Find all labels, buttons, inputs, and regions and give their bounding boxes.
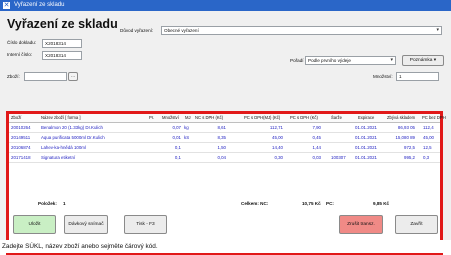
quantity-field[interactable]: 1 (396, 72, 439, 81)
reason-select[interactable]: Obecné vyřazení (161, 26, 442, 35)
cancel-transaction-button[interactable]: Zrušit transz. (339, 215, 383, 234)
cell-qty: 0,07 (172, 124, 181, 130)
cell-qty: 0,1 (174, 144, 181, 150)
order-select[interactable]: Podle prvního výdeje (305, 56, 396, 65)
notes-label: Poznámka (409, 58, 433, 63)
cell-batch: 100307 (331, 154, 346, 160)
col-header[interactable]: Množství (162, 115, 179, 120)
cell-nc: 1,50 (217, 144, 226, 150)
total-pc-value: 9,85 Kč (373, 201, 390, 206)
cell-qty: 0,01 (172, 134, 181, 140)
doc-number-label: Číslo dokladu: (7, 40, 37, 45)
app-icon: ✕ (3, 2, 10, 9)
col-header[interactable]: MJ (185, 115, 191, 120)
internal-number-label: Interní číslo: (7, 52, 33, 57)
page-title: Vyřazení ze skladu (7, 17, 118, 31)
cell-code: 20010264 (11, 124, 31, 130)
cell-qty: 0,1 (174, 154, 181, 160)
print-button[interactable]: Tisk - F3 (124, 215, 167, 234)
cell-stock: 972,5 (404, 144, 415, 150)
total-nc-label: Celkem: NC: (241, 201, 269, 206)
order-value: Podle prvního výdeje (308, 58, 351, 63)
reason-label: Důvod vyřazení: (120, 28, 154, 33)
col-header[interactable]: Pr. (149, 115, 154, 120)
col-header[interactable]: Název zboží [ forma ] (41, 115, 81, 120)
cell-stock: 995,2 (404, 154, 415, 160)
reason-value: Obecné vyřazení (164, 28, 199, 33)
cell-unit: kg (184, 124, 189, 130)
cell-pc-net: 45,00 (423, 134, 434, 140)
cell-expiry: 01.01.2021 (355, 154, 377, 160)
cell-expiry: 01.01.2021 (355, 144, 377, 150)
col-header[interactable]: PC s DPH(MJ) (Kč) (244, 115, 280, 120)
quantity-label: Množství: (373, 74, 393, 79)
col-header[interactable]: Šarže (331, 115, 342, 120)
goods-search-input[interactable] (24, 72, 67, 81)
cell-pc: 0,45 (312, 134, 321, 140)
cell-code: 20149511 (11, 134, 31, 140)
close-button[interactable]: Zavřít (395, 215, 438, 234)
window-titlebar: ✕ Vyřazení ze skladu (0, 0, 451, 11)
goods-lookup-button[interactable]: ... (68, 72, 78, 81)
cell-pc-net: 112,4 (423, 124, 434, 130)
order-label: Pořadí (290, 58, 304, 63)
cell-nc: 8,35 (217, 134, 226, 140)
table-row[interactable]: 20010264 Benalmon 20 (1.33kg) Dr.Kulich … (9, 123, 440, 133)
internal-number-field[interactable]: X2018314 (42, 51, 82, 60)
table-row[interactable]: 20149511 Aqua purificata 5000ml Dr.Kulic… (9, 133, 440, 143)
cell-pc-mj: 0,30 (274, 154, 283, 160)
total-pc-label: PC: (326, 201, 334, 206)
col-header[interactable]: Zbývá skladem (387, 115, 415, 120)
cell-name: Benalmon 20 (1.33kg) Dr.Kulich (41, 124, 103, 130)
goods-label: Zboží: (7, 74, 20, 79)
cell-pc-mj: 14,40 (272, 144, 283, 150)
cell-expiry: 01.01.2021 (355, 124, 377, 130)
cell-code: 20171418 (11, 154, 31, 160)
table-row[interactable]: 20171418 Signatura etiketní 0,1 0,04 0,3… (9, 153, 440, 163)
window-title: Vyřazení ze skladu (14, 2, 65, 8)
cell-nc: 8,61 (217, 124, 226, 130)
chevron-down-icon: ▾ (433, 58, 437, 63)
col-header[interactable]: Expirace (358, 115, 374, 120)
cell-name: Lahev-ka-hnědá 100ml (41, 144, 86, 150)
batch-scanner-button[interactable]: Dávkový snímač (64, 215, 108, 234)
save-button[interactable]: Uložit (13, 215, 56, 234)
cell-nc: 0,04 (217, 154, 226, 160)
doc-number-field[interactable]: X2018314 (42, 39, 82, 48)
col-header[interactable]: Zboží (11, 115, 21, 120)
cell-pc-net: 0,3 (423, 154, 430, 160)
cell-stock: 15,080 89 (395, 134, 415, 140)
cell-pc: 0,03 (312, 154, 321, 160)
col-header[interactable]: PC bez DPH (422, 115, 446, 120)
cell-pc: 1,44 (312, 144, 321, 150)
status-bar: Zadejte SÚKL, název zboží anebo sejměte … (0, 240, 451, 253)
cell-pc-mj: 45,00 (272, 134, 283, 140)
cell-code: 20106874 (11, 144, 31, 150)
table-header: Zboží Název zboží [ forma ] Pr. Množství… (9, 114, 446, 123)
cell-name: Signatura etiketní (41, 154, 76, 160)
cell-pc-net: 12,5 (423, 144, 432, 150)
col-header[interactable]: PC s DPH (Kč) (290, 115, 318, 120)
items-count-label: Položek: (38, 201, 57, 206)
notes-button[interactable]: Poznámka ▾ (402, 55, 444, 66)
table-row[interactable]: 20106874 Lahev-ka-hnědá 100ml 0,1 1,50 1… (9, 143, 440, 153)
col-header[interactable]: NC s DPH (Kč) (195, 115, 223, 120)
cell-pc-mj: 112,71 (269, 124, 283, 130)
cell-name: Aqua purificata 5000ml Dr.Kulich (41, 134, 105, 140)
cell-unit: kS (184, 134, 190, 140)
cell-stock: 86,93 05 (397, 124, 415, 130)
cell-pc: 7,90 (312, 124, 321, 130)
cell-expiry: 01.01.2021 (355, 134, 377, 140)
total-nc-value: 10,75 Kč (302, 201, 321, 206)
items-count-value: 1 (63, 201, 66, 206)
